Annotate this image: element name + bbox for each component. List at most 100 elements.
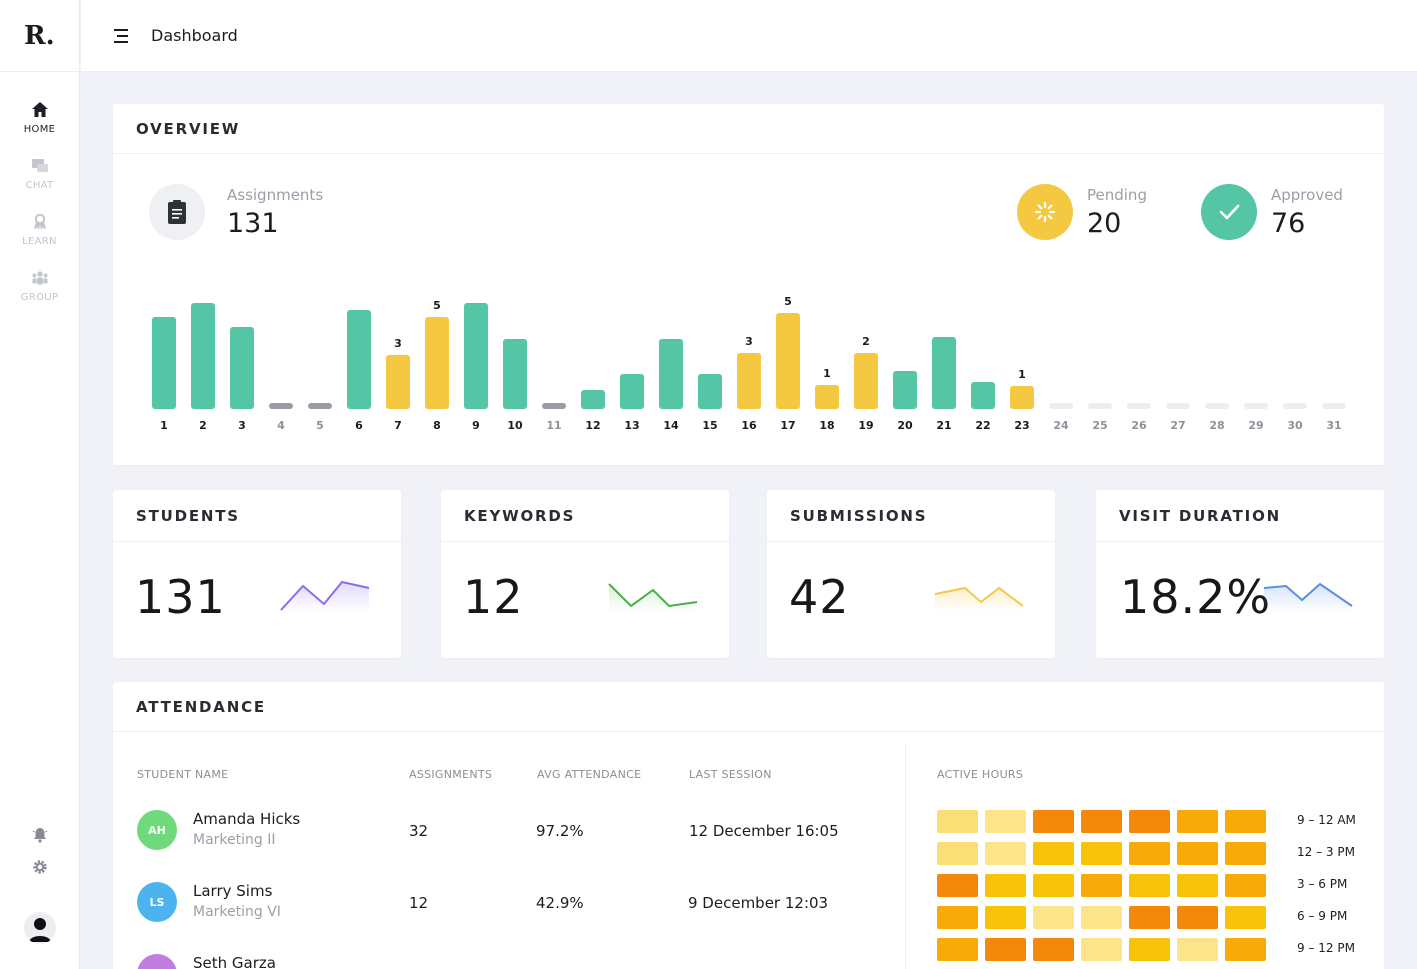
chart-bar[interactable] (1244, 403, 1268, 409)
chart-bar[interactable] (1205, 403, 1229, 409)
keywords-sparkline (608, 583, 698, 612)
heatmap-cell[interactable] (937, 906, 978, 929)
chart-bar[interactable] (308, 403, 332, 409)
chart-bar[interactable] (815, 385, 839, 409)
chart-bar[interactable] (425, 317, 449, 409)
heatmap-cell[interactable] (1225, 874, 1266, 897)
chart-bar[interactable] (386, 355, 410, 409)
chart-bar[interactable] (542, 403, 566, 409)
heatmap-cell[interactable] (1129, 906, 1170, 929)
heatmap-cell[interactable] (1177, 874, 1218, 897)
student-name[interactable]: Seth Garza (193, 954, 276, 969)
heatmap-cell[interactable] (1129, 810, 1170, 833)
heatmap-cell[interactable] (1033, 906, 1074, 929)
chart-x-tick-label: 31 (1326, 419, 1342, 432)
chart-bar[interactable] (1322, 403, 1346, 409)
chart-bar[interactable] (1088, 403, 1112, 409)
chart-x-tick-label: 11 (546, 419, 562, 432)
student-name[interactable]: Larry Sims (193, 882, 272, 900)
sidebar-item-group[interactable]: GROUP (0, 268, 79, 324)
student-name[interactable]: Amanda Hicks (193, 810, 300, 828)
chart-bar[interactable] (971, 382, 995, 409)
chart-bar[interactable] (581, 390, 605, 409)
heatmap-cell[interactable] (985, 842, 1026, 865)
heatmap-cell[interactable] (985, 938, 1026, 961)
group-icon (32, 271, 47, 285)
chart-x-tick-label: 21 (936, 419, 952, 432)
chart-x-tick-label: 18 (819, 419, 835, 432)
heatmap-cell[interactable] (1225, 906, 1266, 929)
heatmap-cell[interactable] (985, 906, 1026, 929)
chart-bar[interactable] (854, 353, 878, 409)
pending-label: Pending (1087, 185, 1147, 204)
heatmap-cell[interactable] (1081, 874, 1122, 897)
logo[interactable]: R. (0, 0, 79, 72)
divider (905, 744, 906, 969)
chart-bar[interactable] (659, 339, 683, 409)
sidebar-item-home[interactable]: HOME (0, 100, 79, 156)
chart-bar[interactable] (932, 337, 956, 409)
chart-bar[interactable] (776, 313, 800, 409)
heatmap-cell[interactable] (937, 938, 978, 961)
pending-stat: Pending 20 (1017, 184, 1147, 240)
chart-bar[interactable] (698, 374, 722, 409)
heatmap-cell[interactable] (1129, 842, 1170, 865)
chart-bar[interactable] (191, 303, 215, 409)
chart-bar[interactable] (1010, 386, 1034, 409)
chart-bar[interactable] (737, 353, 761, 409)
chart-bar[interactable] (152, 317, 176, 409)
sidebar-item-label: LEARN (22, 236, 57, 247)
heatmap-cell[interactable] (1081, 810, 1122, 833)
chart-bar[interactable] (464, 303, 488, 409)
heatmap-cell[interactable] (1033, 938, 1074, 961)
heatmap-cell[interactable] (1033, 810, 1074, 833)
chart-bar[interactable] (1127, 403, 1151, 409)
header-active-hours: ACTIVE HOURS (937, 768, 1024, 781)
heatmap-cell[interactable] (1225, 938, 1266, 961)
submissions-title: SUBMISSIONS (767, 490, 1055, 542)
sidebar-item-learn[interactable]: LEARN (0, 212, 79, 268)
visit-duration-value: 18.2% (1120, 570, 1272, 624)
heatmap-cell[interactable] (1177, 842, 1218, 865)
heatmap-cell[interactable] (1177, 906, 1218, 929)
chart-bar[interactable] (503, 339, 527, 409)
chart-bar[interactable] (1049, 403, 1073, 409)
students-value: 131 (135, 570, 226, 624)
chart-bar[interactable] (1283, 403, 1307, 409)
gear-icon[interactable] (29, 856, 51, 878)
sidebar-nav: HOME CHAT LEARN GROUP (0, 72, 79, 324)
heatmap-cell[interactable] (937, 874, 978, 897)
students-title: STUDENTS (113, 490, 401, 542)
heatmap-cell[interactable] (985, 874, 1026, 897)
visit-duration-title: VISIT DURATION (1096, 490, 1384, 542)
notification-bell-icon[interactable] (29, 824, 51, 846)
menu-icon[interactable] (111, 25, 133, 47)
chart-x-tick-label: 14 (663, 419, 679, 432)
chart-bar[interactable] (620, 374, 644, 409)
chart-bar[interactable] (230, 327, 254, 409)
chart-bar[interactable] (893, 371, 917, 409)
chart-x-tick-label: 4 (277, 419, 285, 432)
heatmap-cell[interactable] (1081, 906, 1122, 929)
assignments-bar-chart: 1 2 3 4 5 6 3 7 5 8 9 10 11 12 13 14 15 3 16 5 17 1 18 2 19 20 21 2… (152, 239, 1353, 432)
heatmap-cell[interactable] (1129, 938, 1170, 961)
heatmap-cell[interactable] (937, 810, 978, 833)
avatar[interactable] (24, 912, 56, 944)
heatmap-cell[interactable] (1033, 874, 1074, 897)
heatmap-cell[interactable] (1225, 842, 1266, 865)
chart-bar[interactable] (1166, 403, 1190, 409)
chart-bar[interactable] (269, 403, 293, 409)
chart-bar[interactable] (347, 310, 371, 409)
learn-icon (33, 213, 46, 230)
chart-x-tick-label: 9 (472, 419, 480, 432)
heatmap-cell[interactable] (1177, 938, 1218, 961)
sidebar-item-chat[interactable]: CHAT (0, 156, 79, 212)
heatmap-cell[interactable] (937, 842, 978, 865)
heatmap-cell[interactable] (1129, 874, 1170, 897)
heatmap-cell[interactable] (1225, 810, 1266, 833)
heatmap-cell[interactable] (1081, 938, 1122, 961)
heatmap-cell[interactable] (1033, 842, 1074, 865)
heatmap-cell[interactable] (1081, 842, 1122, 865)
heatmap-cell[interactable] (985, 810, 1026, 833)
heatmap-cell[interactable] (1177, 810, 1218, 833)
